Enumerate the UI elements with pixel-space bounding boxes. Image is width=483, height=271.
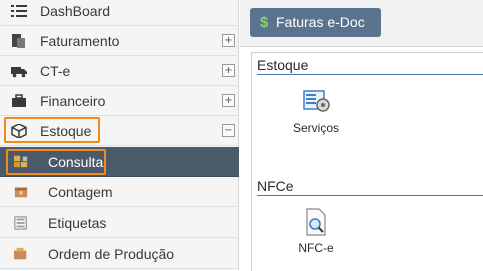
sidebar-item-ordem-de-producao[interactable]: Ordem de Produção — [0, 239, 239, 269]
main-area: $ Faturas e-Doc Estoque Serviços NFCe NF… — [240, 0, 483, 271]
sidebar-item-financeiro[interactable]: Financeiro + — [0, 86, 239, 116]
tile-label: NFC-e — [298, 241, 334, 255]
sidebar-item-label: Faturamento — [40, 33, 120, 49]
truck-icon — [11, 67, 27, 78]
expand-toggle[interactable]: + — [222, 64, 235, 77]
section-divider — [257, 195, 483, 196]
documents-icon — [12, 34, 25, 48]
toolbar: $ Faturas e-Doc — [240, 0, 483, 47]
tile-nfce[interactable]: NFC-e — [294, 207, 338, 255]
tile-servicos[interactable]: Serviços — [288, 87, 344, 135]
expand-toggle[interactable]: + — [222, 34, 235, 47]
collapse-toggle[interactable]: − — [222, 124, 235, 137]
briefcase-icon — [12, 94, 26, 107]
sidebar-item-label: CT-e — [40, 63, 71, 79]
sidebar-item-etiquetas[interactable]: Etiquetas — [0, 208, 239, 238]
section-title-estoque: Estoque — [257, 57, 309, 73]
box-icon — [14, 187, 28, 198]
production-order-icon — [14, 247, 27, 260]
tile-label: Serviços — [292, 121, 339, 135]
sidebar-item-contagem[interactable]: Contagem — [0, 177, 239, 207]
nfce-document-icon — [306, 208, 326, 236]
services-icon — [303, 90, 330, 112]
label-sheet-icon — [14, 216, 27, 230]
sidebar-item-label: Contagem — [48, 184, 113, 200]
estoque-highlight-box — [4, 117, 100, 143]
list-icon — [11, 5, 27, 17]
button-label: Faturas e-Doc — [276, 14, 365, 30]
sidebar-item-label: Ordem de Produção — [48, 246, 175, 262]
sidebar-item-dashboard[interactable]: DashBoard — [0, 0, 239, 26]
section-title-nfce: NFCe — [257, 178, 294, 194]
sidebar-item-label: DashBoard — [40, 3, 111, 19]
sidebar-item-faturamento[interactable]: Faturamento + — [0, 26, 239, 56]
dollar-icon: $ — [260, 14, 269, 31]
sidebar-item-cte[interactable]: CT-e + — [0, 56, 239, 86]
consulta-highlight-box — [6, 149, 106, 175]
sidebar-item-label: Etiquetas — [48, 215, 107, 231]
section-divider — [257, 74, 483, 75]
sidebar-item-label: Financeiro — [40, 93, 106, 109]
sidebar: DashBoard Faturamento + CT-e + Financeir… — [0, 0, 239, 270]
faturas-edoc-button[interactable]: $ Faturas e-Doc — [250, 8, 381, 37]
content-panel: Estoque Serviços NFCe NFC-e — [251, 52, 483, 271]
expand-toggle[interactable]: + — [222, 94, 235, 107]
